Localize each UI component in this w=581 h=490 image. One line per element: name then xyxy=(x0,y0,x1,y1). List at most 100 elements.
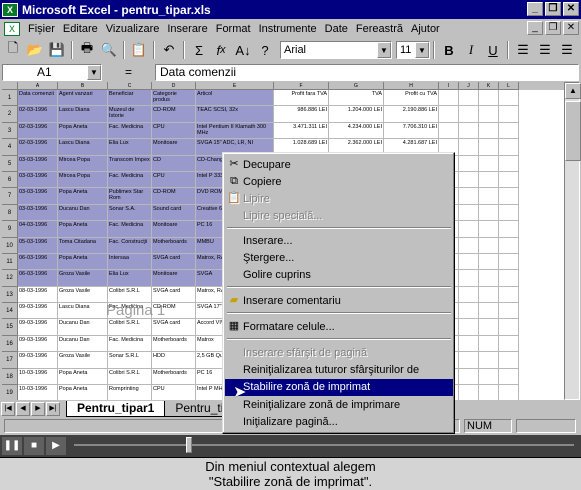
cell[interactable] xyxy=(479,319,499,336)
next-sheet-icon[interactable]: ▶ xyxy=(31,401,45,416)
chevron-down-icon[interactable]: ▼ xyxy=(377,42,391,58)
undo-icon[interactable]: ↶ xyxy=(158,40,180,60)
column-header[interactable]: A xyxy=(18,82,58,90)
cell[interactable] xyxy=(459,270,479,287)
cell[interactable]: CD xyxy=(152,155,196,172)
cell[interactable]: 06-03-1996 xyxy=(18,270,58,287)
cell[interactable]: HDD xyxy=(152,352,196,369)
menu-item-format-cells[interactable]: ▦ Formatare celule... xyxy=(225,319,453,336)
column-header[interactable]: D xyxy=(152,82,196,90)
cell[interactable] xyxy=(499,368,519,386)
align-left-icon[interactable]: ☰ xyxy=(512,40,534,60)
cell[interactable]: Profit cu TVA xyxy=(384,90,439,107)
cell[interactable] xyxy=(459,122,479,140)
menu-view[interactable]: Vizualizare xyxy=(102,23,164,35)
row-header[interactable]: 5 xyxy=(2,155,18,172)
row-header[interactable]: 6 xyxy=(2,171,18,189)
row-header[interactable]: 2 xyxy=(2,106,18,123)
cell[interactable]: 09-03-1996 xyxy=(18,335,58,353)
cell[interactable] xyxy=(499,352,519,369)
cell[interactable] xyxy=(459,286,479,304)
cell[interactable] xyxy=(479,188,499,205)
cell[interactable]: 1.204.000 LEI xyxy=(329,106,384,123)
first-sheet-icon[interactable]: |◀ xyxy=(1,401,15,416)
row-header[interactable]: 1 xyxy=(2,90,18,107)
cell[interactable]: Ducanu Dan xyxy=(58,204,108,222)
cell[interactable]: 10-03-1996 xyxy=(18,385,58,400)
cell[interactable] xyxy=(479,352,499,369)
row-header[interactable]: 13 xyxy=(2,286,18,304)
column-header[interactable]: B xyxy=(58,82,108,90)
cell[interactable] xyxy=(499,237,519,254)
scroll-up-icon[interactable]: ▲ xyxy=(565,83,581,99)
cell[interactable] xyxy=(479,139,499,156)
autosum-icon[interactable]: Σ xyxy=(188,40,210,60)
cell[interactable]: 03-03-1996 xyxy=(18,171,58,189)
cell[interactable] xyxy=(439,90,459,107)
cell[interactable]: 02-03-1996 xyxy=(18,106,58,123)
cell[interactable] xyxy=(479,155,499,172)
cell[interactable] xyxy=(459,385,479,400)
cell[interactable] xyxy=(459,352,479,369)
row-header[interactable]: 12 xyxy=(2,270,18,287)
chevron-down-icon[interactable]: ▼ xyxy=(87,64,101,80)
cell[interactable]: Ducanu Dan xyxy=(58,319,108,336)
save-icon[interactable]: 💾 xyxy=(46,40,68,60)
cell[interactable] xyxy=(459,139,479,156)
cell[interactable]: Articol xyxy=(196,90,274,107)
cell[interactable] xyxy=(459,106,479,123)
cell[interactable]: Colibri S.R.L xyxy=(108,319,152,336)
cell[interactable]: Fac. Medicina xyxy=(108,335,152,353)
chevron-down-icon[interactable]: ▼ xyxy=(415,42,429,58)
cell[interactable]: 986.886 LEI xyxy=(274,106,329,123)
cell[interactable] xyxy=(479,90,499,107)
cell[interactable] xyxy=(459,204,479,222)
cell[interactable]: 4.234.000 LEI xyxy=(329,122,384,140)
cell[interactable]: 7.706.310 LEI xyxy=(384,122,439,140)
cell[interactable] xyxy=(499,303,519,320)
menu-item-insert[interactable]: Inserare... xyxy=(225,233,453,250)
cell[interactable] xyxy=(499,155,519,172)
row-header[interactable]: 3 xyxy=(2,122,18,140)
cell[interactable]: Popa Aneta xyxy=(58,122,108,140)
cell[interactable]: Mircea Popa xyxy=(58,171,108,189)
cell[interactable] xyxy=(479,286,499,304)
cell[interactable]: 09-03-1996 xyxy=(18,303,58,320)
row-header[interactable]: 17 xyxy=(2,352,18,369)
cell[interactable] xyxy=(499,188,519,205)
minimize-button[interactable]: _ xyxy=(527,2,543,16)
align-right-icon[interactable]: ☰ xyxy=(556,40,578,60)
cell[interactable] xyxy=(479,303,499,320)
cell[interactable]: Intersaa xyxy=(108,253,152,271)
row-header[interactable]: 18 xyxy=(2,368,18,386)
progress-knob[interactable] xyxy=(186,437,192,453)
function-icon[interactable]: fx xyxy=(210,40,232,60)
print-preview-icon[interactable]: 🔍 xyxy=(98,40,120,60)
formula-input[interactable]: Data comenzii xyxy=(155,63,579,81)
progress-track[interactable] xyxy=(74,444,574,446)
cell[interactable] xyxy=(459,368,479,386)
close-button[interactable]: ✕ xyxy=(563,2,579,16)
cell[interactable]: Popa Aneta xyxy=(58,253,108,271)
cell[interactable]: CPU xyxy=(152,122,196,140)
cell[interactable]: 2.190.886 LEI xyxy=(384,106,439,123)
sort-icon[interactable]: A↓ xyxy=(232,40,254,60)
cell[interactable]: Motherboards xyxy=(152,335,196,353)
menu-item-reset-print-area[interactable]: Reiniţializare zonă de imprimare xyxy=(225,397,453,414)
menu-item-paste[interactable]: 📋 Lipire xyxy=(225,191,453,208)
cell[interactable]: Monitoare xyxy=(152,270,196,287)
help-icon[interactable]: ? xyxy=(254,40,276,60)
cell[interactable]: 09-03-1996 xyxy=(18,352,58,369)
play-icon[interactable]: ▶ xyxy=(46,437,66,455)
cell[interactable]: Toma Citadana xyxy=(58,237,108,254)
cell[interactable]: 03-03-1996 xyxy=(18,188,58,205)
cell[interactable]: Sonar S.R.L xyxy=(108,352,152,369)
cell[interactable] xyxy=(499,270,519,287)
name-box[interactable]: A1 ▼ xyxy=(2,63,102,81)
cell[interactable] xyxy=(479,385,499,400)
cell[interactable]: Colibri S.R.L xyxy=(108,368,152,386)
column-header[interactable]: E xyxy=(196,82,274,90)
restore-button[interactable]: ❐ xyxy=(545,2,561,16)
cell[interactable]: Mircea Popa xyxy=(58,155,108,172)
cell[interactable]: Agent vanzari xyxy=(58,90,108,107)
